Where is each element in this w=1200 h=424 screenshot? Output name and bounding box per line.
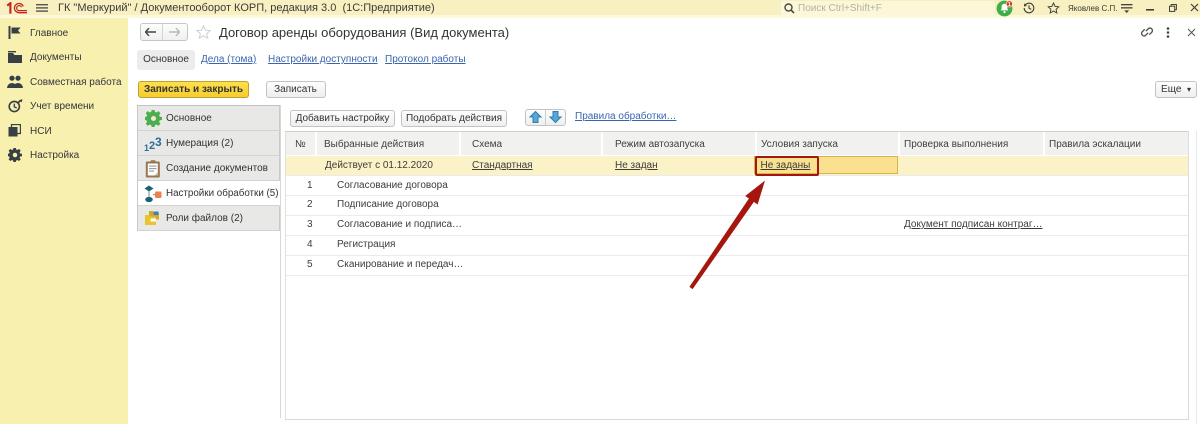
svg-text:3: 3: [155, 136, 162, 149]
svg-text:1: 1: [1008, 2, 1011, 8]
